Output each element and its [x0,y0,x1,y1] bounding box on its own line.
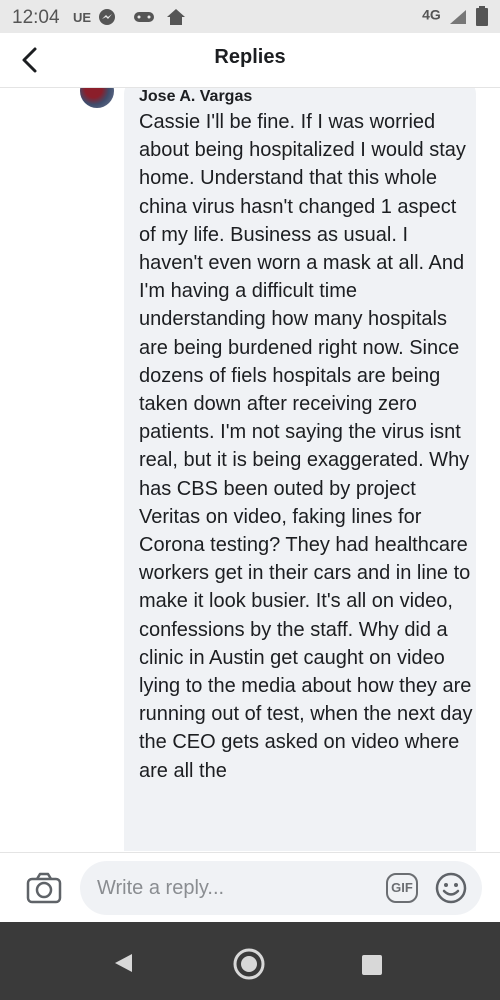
gif-button[interactable]: GIF [386,873,418,903]
system-nav-bar [0,922,500,1000]
home-circle-icon[interactable] [232,947,266,986]
status-time: 12:04 [12,7,60,28]
page-title: Replies [214,46,286,68]
home-icon [166,8,186,31]
comment-text: Cassie I'll be fine. If I was worried ab… [139,111,473,782]
status-bar: 12:04 UE 4G [0,0,500,33]
messenger-icon [98,8,116,31]
network-4g-icon: 4G [422,6,441,23]
comment-author[interactable]: Jose A. Vargas [139,88,252,106]
camera-icon[interactable] [26,870,62,906]
signal-icon [450,10,467,24]
smiley-icon[interactable] [434,871,468,905]
recent-apps-square-icon[interactable] [362,955,382,975]
replies-header: Replies [0,33,500,88]
battery-icon [476,6,488,26]
back-triangle-icon[interactable] [112,952,134,979]
status-carrier: UE [73,10,92,25]
game-controller-icon [133,10,155,29]
reply-composer: Write a reply... GIF [0,852,500,923]
reply-input[interactable]: Write a reply... GIF [80,861,482,915]
status-right-group: 4G [422,6,488,26]
avatar[interactable] [80,88,114,108]
reply-placeholder: Write a reply... [97,877,225,899]
comment-thread: Jose A. Vargas Cassie I'll be fine. If I… [0,88,500,851]
